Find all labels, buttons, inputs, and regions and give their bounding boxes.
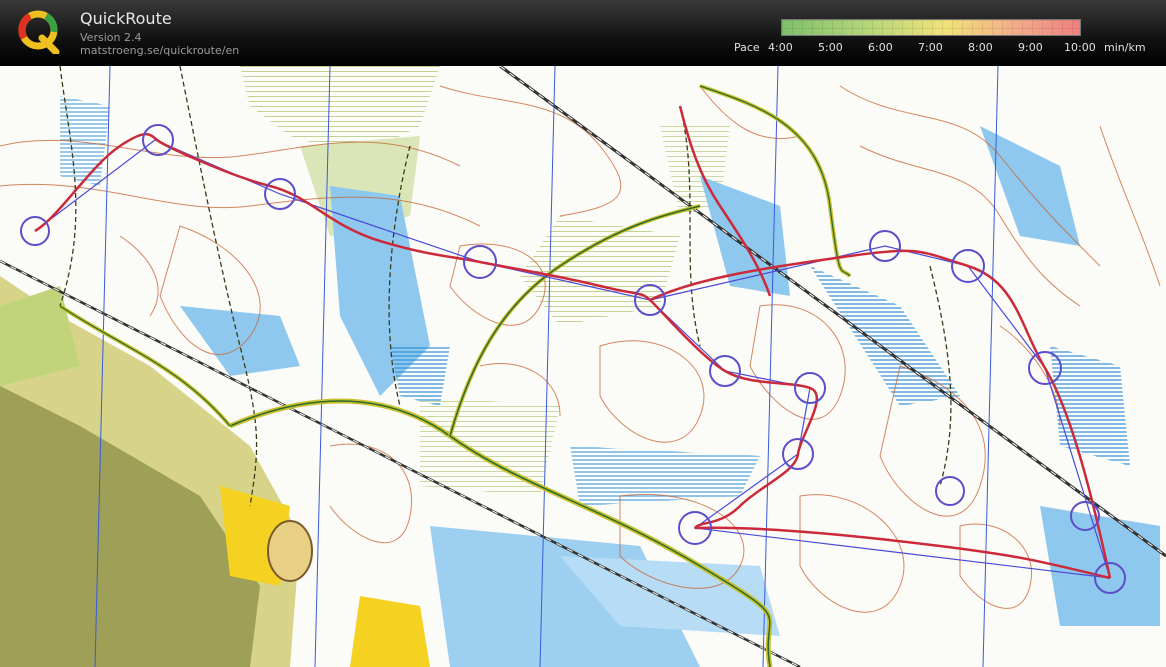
quickroute-logo-icon xyxy=(18,10,60,54)
app-name: QuickRoute xyxy=(80,9,172,28)
pace-color-bar xyxy=(781,19,1081,36)
orienteering-map[interactable] xyxy=(0,66,1166,667)
pace-tick: 9:00 xyxy=(1018,41,1043,54)
pace-label: Pace xyxy=(734,41,760,54)
app-url[interactable]: matstroeng.se/quickroute/en xyxy=(80,44,239,57)
pace-tick: 6:00 xyxy=(868,41,893,54)
pace-tick: 5:00 xyxy=(818,41,843,54)
pace-unit: min/km xyxy=(1104,41,1146,54)
app-version: Version 2.4 xyxy=(80,31,142,44)
app-header: QuickRoute Version 2.4 matstroeng.se/qui… xyxy=(0,0,1166,66)
map-canvas[interactable] xyxy=(0,66,1166,667)
pace-tick: 8:00 xyxy=(968,41,993,54)
pace-tick: 4:00 xyxy=(768,41,793,54)
pace-tick: 7:00 xyxy=(918,41,943,54)
pace-tick: 10:00 xyxy=(1064,41,1096,54)
